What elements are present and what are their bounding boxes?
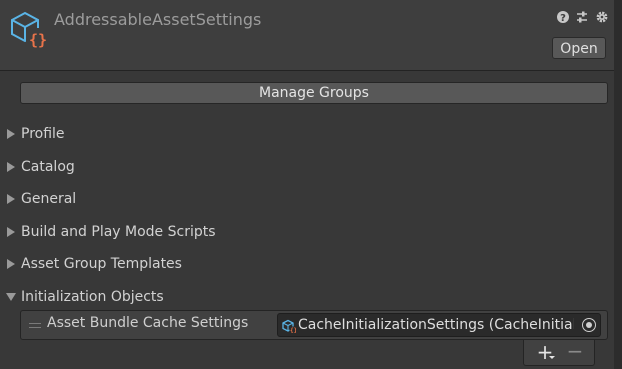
foldout-catalog[interactable]: Catalog bbox=[6, 157, 606, 177]
gear-icon[interactable] bbox=[595, 10, 609, 24]
list-item-label: Asset Bundle Cache Settings bbox=[47, 315, 249, 331]
header-divider bbox=[0, 70, 614, 71]
object-picker-icon[interactable] bbox=[582, 318, 596, 332]
foldout-label: Initialization Objects bbox=[21, 289, 164, 305]
object-field-value: CacheInitializationSettings (CacheInitia… bbox=[298, 317, 574, 333]
foldout-arrow-icon bbox=[7, 227, 15, 237]
manage-groups-button[interactable]: Manage Groups bbox=[20, 82, 608, 104]
foldout-label: Asset Group Templates bbox=[21, 256, 182, 272]
foldout-label: General bbox=[21, 191, 77, 207]
initialization-objects-list: Asset Bundle Cache Settings {} CacheInit… bbox=[20, 310, 608, 340]
foldout-initialization-objects[interactable]: Initialization Objects bbox=[6, 287, 606, 307]
asset-title: AddressableAssetSettings bbox=[54, 10, 262, 29]
list-footer: + − bbox=[523, 340, 595, 366]
foldout-arrow-icon bbox=[7, 129, 15, 139]
svg-text:{}: {} bbox=[29, 31, 47, 49]
drag-handle-icon[interactable] bbox=[29, 323, 41, 328]
preset-icon[interactable] bbox=[575, 10, 589, 24]
foldout-profile[interactable]: Profile bbox=[6, 124, 606, 144]
foldout-arrow-icon bbox=[7, 194, 15, 204]
minus-icon[interactable]: − bbox=[566, 340, 584, 362]
foldout-asset-group-templates[interactable]: Asset Group Templates bbox=[6, 254, 606, 274]
inspector-header: {} AddressableAssetSettings ? Open bbox=[0, 0, 614, 70]
inspector-window: {} AddressableAssetSettings ? Open Manag… bbox=[0, 0, 622, 369]
addressable-settings-icon: {} bbox=[11, 11, 47, 49]
dropdown-caret-icon bbox=[549, 356, 555, 359]
foldout-general[interactable]: General bbox=[6, 189, 606, 209]
help-icon[interactable]: ? bbox=[556, 10, 570, 24]
foldout-label: Profile bbox=[21, 126, 65, 142]
foldout-build-play-mode-scripts[interactable]: Build and Play Mode Scripts bbox=[6, 222, 606, 242]
foldout-label: Build and Play Mode Scripts bbox=[21, 224, 216, 240]
foldout-arrow-icon bbox=[7, 162, 15, 172]
foldout-arrow-expanded-icon bbox=[6, 293, 16, 301]
scrollbar[interactable] bbox=[614, 0, 622, 369]
foldout-arrow-icon bbox=[7, 259, 15, 269]
open-button[interactable]: Open bbox=[552, 37, 606, 59]
svg-text:{}: {} bbox=[290, 328, 296, 334]
object-field[interactable]: {} CacheInitializationSettings (CacheIni… bbox=[277, 313, 601, 337]
foldout-label: Catalog bbox=[21, 159, 75, 175]
svg-text:?: ? bbox=[560, 13, 566, 24]
scriptable-object-icon: {} bbox=[282, 319, 296, 333]
